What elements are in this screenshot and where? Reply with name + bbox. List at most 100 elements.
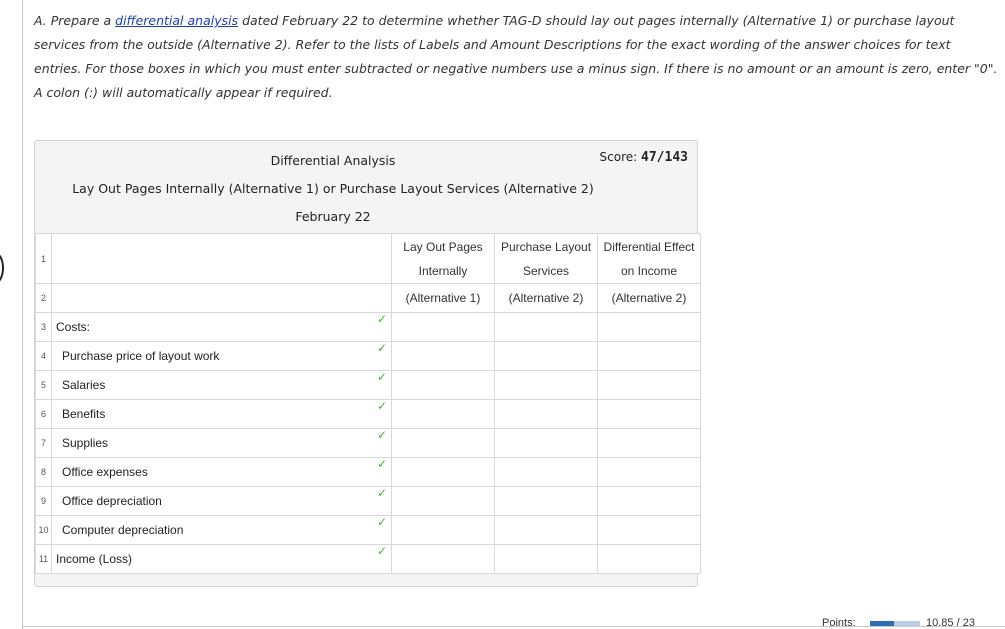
amount-cell-alt2[interactable]: [494, 457, 598, 487]
table-row: 4 Purchase price of layout work ✓: [35, 341, 701, 371]
row-label: Income (Loss): [56, 552, 133, 566]
amount-cell-diff[interactable]: [597, 399, 701, 429]
instructions-prefix: A. Prepare a: [34, 13, 116, 28]
amount-cell-alt1[interactable]: [391, 428, 495, 458]
amount-cell-alt1[interactable]: [391, 312, 495, 342]
label-cell-empty[interactable]: [51, 283, 392, 313]
row-number: 4: [35, 341, 52, 371]
label-cell[interactable]: Income (Loss) ✓: [51, 544, 392, 574]
amount-cell-alt1[interactable]: [391, 515, 495, 545]
row-number: 3: [35, 312, 52, 342]
points-label: Points:: [822, 617, 856, 629]
header-alt2-line1: Purchase Layout: [500, 239, 592, 254]
check-icon: ✓: [376, 544, 387, 558]
amount-cell-alt2[interactable]: [494, 341, 598, 371]
row-number: 7: [35, 428, 52, 458]
worksheet-subtitle: Lay Out Pages Internally (Alternative 1)…: [72, 181, 594, 196]
header-diff-line2: on Income: [620, 263, 678, 278]
row-number: 2: [35, 283, 52, 313]
header-alt1-line2: Internally: [418, 263, 468, 278]
amount-cell-diff[interactable]: [597, 457, 701, 487]
check-icon: ✓: [376, 341, 387, 355]
amount-cell-alt1[interactable]: [391, 486, 495, 516]
row-label: Office depreciation: [62, 494, 162, 508]
table-row: 3 Costs: ✓: [35, 312, 701, 342]
table-header-row: 1 Lay Out Pages Internally Purchase Layo…: [35, 233, 701, 284]
header-diff-line3: (Alternative 2): [597, 283, 701, 313]
label-cell[interactable]: Computer depreciation ✓: [51, 515, 392, 545]
amount-cell-alt2[interactable]: [494, 544, 598, 574]
header-diff-line1: Differential Effect: [603, 239, 695, 254]
table-row: 5 Salaries ✓: [35, 370, 701, 400]
differential-analysis-link[interactable]: differential analysis: [115, 13, 238, 28]
row-label: Salaries: [62, 378, 106, 392]
amount-cell-diff[interactable]: [597, 341, 701, 371]
check-icon: ✓: [376, 399, 387, 413]
check-icon: ✓: [376, 312, 387, 326]
row-label: Computer depreciation: [62, 523, 184, 537]
row-number: 11: [35, 544, 52, 574]
header-alt2: Purchase Layout Services: [494, 233, 598, 284]
amount-cell-alt1[interactable]: [391, 370, 495, 400]
amount-cell-diff[interactable]: [597, 486, 701, 516]
amount-cell-alt2[interactable]: [494, 312, 598, 342]
table-row: 6 Benefits ✓: [35, 399, 701, 429]
header-alt2-line3: (Alternative 2): [494, 283, 598, 313]
amount-cell-diff[interactable]: [597, 312, 701, 342]
table-row: 10 Computer depreciation ✓: [35, 515, 701, 545]
amount-cell-alt2[interactable]: [494, 428, 598, 458]
table-row: 8 Office expenses ✓: [35, 457, 701, 487]
amount-cell-alt2[interactable]: [494, 486, 598, 516]
table-row: 11 Income (Loss) ✓: [35, 544, 701, 574]
row-number: 5: [35, 370, 52, 400]
worksheet-table: 1 Lay Out Pages Internally Purchase Layo…: [35, 233, 701, 574]
worksheet-date: February 22: [295, 209, 371, 224]
label-cell-empty[interactable]: [51, 233, 392, 284]
label-cell[interactable]: Supplies ✓: [51, 428, 392, 458]
row-number: 9: [35, 486, 52, 516]
row-label: Office expenses: [62, 465, 148, 479]
header-alt1-line1: Lay Out Pages: [403, 239, 483, 254]
label-cell[interactable]: Benefits ✓: [51, 399, 392, 429]
score-value: 47/143: [641, 150, 688, 165]
points-progress-fill: [870, 621, 894, 626]
row-number: 10: [35, 515, 52, 545]
row-label: Costs:: [56, 320, 91, 334]
left-edge-arc: [0, 252, 4, 284]
amount-cell-alt2[interactable]: [494, 399, 598, 429]
row-label: Purchase price of layout work: [62, 349, 220, 363]
amount-cell-alt2[interactable]: [494, 515, 598, 545]
points-value: 10.85 / 23: [926, 617, 975, 629]
table-row: 7 Supplies ✓: [35, 428, 701, 458]
amount-cell-alt1[interactable]: [391, 457, 495, 487]
amount-cell-diff[interactable]: [597, 515, 701, 545]
points-progress-bar: [870, 621, 920, 626]
header-alt2-line2: Services: [522, 263, 569, 278]
amount-cell-alt1[interactable]: [391, 341, 495, 371]
row-number: 8: [35, 457, 52, 487]
worksheet-title: Differential Analysis: [270, 153, 396, 168]
amount-cell-diff[interactable]: [597, 428, 701, 458]
amount-cell-alt2[interactable]: [494, 370, 598, 400]
label-cell[interactable]: Office expenses ✓: [51, 457, 392, 487]
label-cell[interactable]: Purchase price of layout work ✓: [51, 341, 392, 371]
check-icon: ✓: [376, 515, 387, 529]
row-number: 1: [35, 233, 52, 284]
table-header-row-2: 2 (Alternative 1) (Alternative 2) (Alter…: [35, 283, 701, 313]
check-icon: ✓: [376, 370, 387, 384]
label-cell[interactable]: Office depreciation ✓: [51, 486, 392, 516]
score-display: Score: 47/143: [600, 150, 688, 165]
header-alt1: Lay Out Pages Internally: [391, 233, 495, 284]
header-alt1-line3: (Alternative 1): [391, 283, 495, 313]
check-icon: ✓: [376, 457, 387, 471]
check-icon: ✓: [376, 428, 387, 442]
label-cell[interactable]: Salaries ✓: [51, 370, 392, 400]
label-cell[interactable]: Costs: ✓: [51, 312, 392, 342]
row-label: Benefits: [62, 407, 106, 421]
amount-cell-diff[interactable]: [597, 544, 701, 574]
left-border: [22, 0, 23, 629]
amount-cell-alt1[interactable]: [391, 399, 495, 429]
instructions-text: A. Prepare a differential analysis dated…: [34, 9, 998, 105]
amount-cell-alt1[interactable]: [391, 544, 495, 574]
amount-cell-diff[interactable]: [597, 370, 701, 400]
